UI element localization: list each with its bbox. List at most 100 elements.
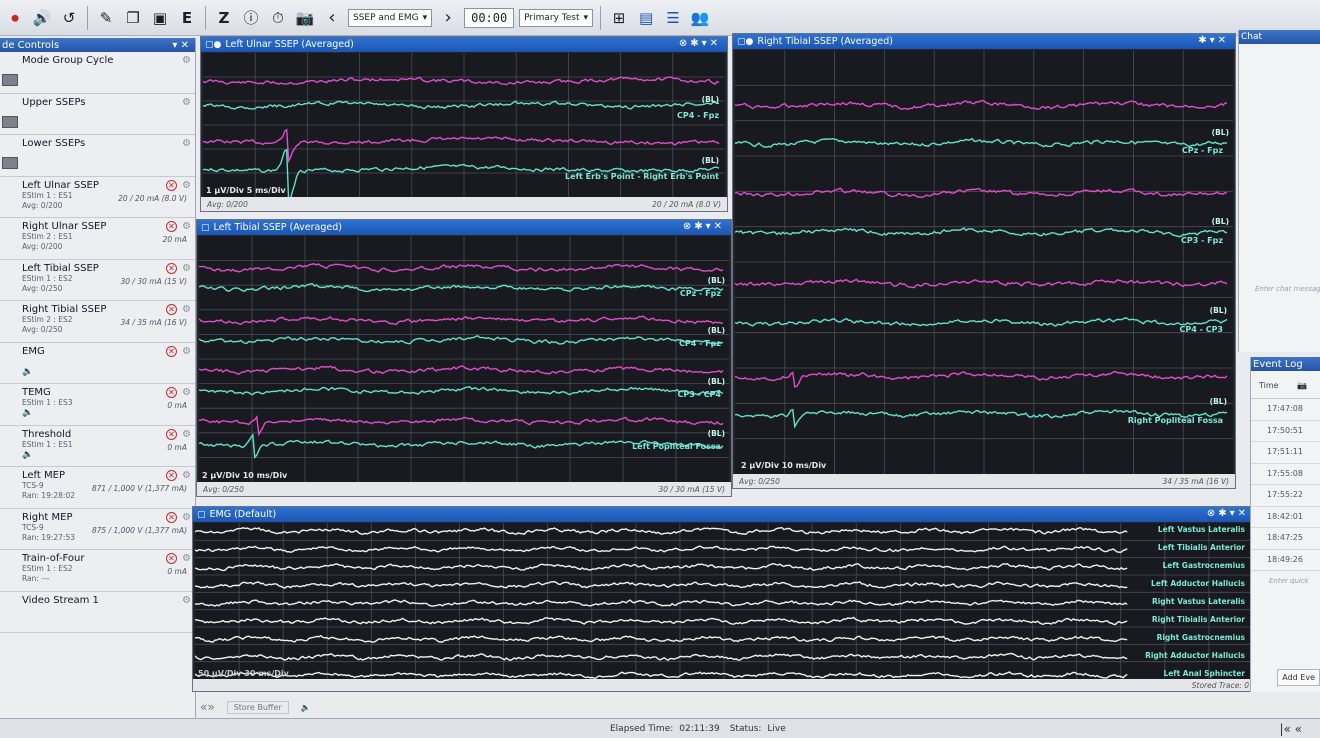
event-log-row[interactable]: 18:49:26 xyxy=(1251,550,1320,571)
gear-icon[interactable]: ⚙ xyxy=(182,470,191,481)
gear-icon[interactable]: ⚙ xyxy=(182,138,191,149)
mode-control-item[interactable]: Video Stream 1 ⚙ xyxy=(0,592,195,633)
gear-icon[interactable]: ⚙ xyxy=(182,429,191,440)
emg-channel-label: Left Anal Sphincter xyxy=(1163,669,1245,678)
record-icon[interactable]: ⏺ xyxy=(4,7,26,29)
speaker-icon[interactable]: 🔈 xyxy=(22,408,33,418)
add-icon[interactable]: ⊞ xyxy=(608,7,630,29)
scroll-left-icon[interactable]: |« « xyxy=(1279,722,1302,736)
mode-control-item[interactable]: TEMG EStim 1 : ES3 0 mA ✕ ⚙ 🔈 xyxy=(0,384,195,426)
stop-icon[interactable]: ✕ xyxy=(166,428,177,440)
stop-icon[interactable]: ✕ xyxy=(166,553,177,564)
stop-icon[interactable]: ✕ xyxy=(166,387,177,398)
avg-count: Avg: 0/250 xyxy=(739,476,780,486)
gear-icon[interactable]: ⚙ xyxy=(182,553,191,564)
gear-icon[interactable]: ⚙ xyxy=(182,97,191,108)
scale-label: 2 µV/Div 10 ms/Div xyxy=(202,471,288,480)
event-log-row[interactable]: 18:42:01 xyxy=(1251,507,1320,528)
chevron-left-icon[interactable]: ‹ xyxy=(321,7,343,29)
stop-icon[interactable]: ✕ xyxy=(166,304,177,315)
gear-icon[interactable]: ⚙ xyxy=(182,304,191,315)
timer-icon[interactable]: ⏱ xyxy=(267,7,289,29)
speaker-icon[interactable]: 🔊 xyxy=(31,7,53,29)
panel-controls-icon[interactable]: ✱▾✕ xyxy=(1198,35,1229,46)
mode-control-item[interactable]: Left Tibial SSEP EStim 1 : ES2 Avg: 0/250 3… xyxy=(0,260,195,301)
event-log-row[interactable]: 17:55:22 xyxy=(1251,485,1320,507)
gear-icon[interactable]: ⚙ xyxy=(182,180,191,191)
speaker-icon[interactable]: 🔈 xyxy=(22,450,33,460)
mode-control-item[interactable]: Right Ulnar SSEP EStim 2 : ES1 Avg: 0/200 2… xyxy=(0,218,195,260)
emg-waveforms xyxy=(195,523,1253,679)
stop-icon[interactable]: ✕ xyxy=(166,221,177,232)
control-value: 0 mA xyxy=(167,567,187,576)
panel-controls-icon[interactable]: ⊗✱▾✕ xyxy=(1207,508,1249,519)
control-name: Video Stream 1 xyxy=(22,594,99,606)
stop-icon[interactable]: ✕ xyxy=(166,262,177,274)
stop-icon[interactable]: ✕ xyxy=(166,470,177,481)
mode-control-item[interactable]: Left Ulnar SSEP EStim 1 : ES1 Avg: 0/200 20… xyxy=(0,177,195,218)
pin-close-icon[interactable]: ▾ ✕ xyxy=(172,40,189,51)
chevron-right-icon[interactable]: › xyxy=(437,7,459,29)
mode-control-item[interactable]: Mode Group Cycle ⚙ xyxy=(0,52,195,94)
edit-note-icon[interactable]: ✎ xyxy=(95,7,117,29)
stop-icon[interactable]: ✕ xyxy=(166,345,177,357)
event-log-row[interactable]: 17:47:08 xyxy=(1251,399,1320,421)
mode-control-item[interactable]: Lower SSEPs ⚙ xyxy=(0,135,195,177)
mode-control-item[interactable]: Threshold EStim 1 : ES1 0 mA ✕ ⚙ 🔈 xyxy=(0,426,195,467)
gear-icon[interactable]: ⚙ xyxy=(182,55,191,66)
gear-icon[interactable]: ⚙ xyxy=(182,263,191,274)
mode-control-item[interactable]: EMG ✕ ⚙ 🔈 xyxy=(0,343,195,384)
chevron-down-icon: ▾ xyxy=(583,12,589,23)
stop-icon[interactable]: ✕ xyxy=(166,179,177,191)
right-tibial-plot: (BL) CPz - Fpz (BL) CP3 - Fpz (BL) CP4 -… xyxy=(735,50,1233,474)
history-icon[interactable]: ↺ xyxy=(58,7,80,29)
device-icon[interactable]: ▣ xyxy=(149,7,171,29)
event-log-row[interactable]: 17:50:51 xyxy=(1251,421,1320,442)
store-buffer-button[interactable]: Store Buffer xyxy=(226,700,289,714)
chat-input[interactable]: Enter chat message xyxy=(1255,285,1320,293)
event-log-row[interactable]: 18:47:25 xyxy=(1251,528,1320,550)
waveform-trace xyxy=(195,671,1128,679)
panel-controls-icon[interactable]: ⊗✱▾✕ xyxy=(679,38,721,49)
quick-event-input[interactable]: Enter quick xyxy=(1251,571,1320,585)
panel-controls-icon[interactable]: ⊗✱▾✕ xyxy=(683,221,725,232)
mode-control-item[interactable]: Upper SSEPs ⚙ xyxy=(0,94,195,135)
waveform-trace xyxy=(735,99,1228,111)
mode-swatch xyxy=(2,115,18,128)
camera-icon[interactable]: 📷 xyxy=(1297,381,1307,390)
add-event-button[interactable]: Add Eve xyxy=(1277,669,1320,686)
camera-icon[interactable]: 📷 xyxy=(294,7,316,29)
waveform-trace xyxy=(199,263,724,273)
marker-z-button[interactable]: Z xyxy=(213,7,235,29)
mode-control-item[interactable]: Train-of-Four EStim 1 : ES2 Ran: --- 0 mA ✕ ⚙ xyxy=(0,550,195,592)
emg-title: EMG (Default) xyxy=(209,509,277,520)
waveform-trace xyxy=(735,317,1228,327)
users-icon[interactable]: 👥 xyxy=(689,7,711,29)
speaker-icon[interactable]: 🔈 xyxy=(301,703,311,712)
gear-icon[interactable]: ⚙ xyxy=(182,595,191,606)
speaker-icon[interactable]: 🔈 xyxy=(22,367,33,377)
waveform-trace xyxy=(195,545,1128,554)
waveform-trace xyxy=(195,599,1128,607)
gear-icon[interactable]: ⚙ xyxy=(182,346,191,357)
mode-control-item[interactable]: Right MEP TCS-9 Ran: 19:27:53 875 / 1,000 V… xyxy=(0,509,195,550)
list-icon[interactable]: ☰ xyxy=(662,7,684,29)
time-column: Time xyxy=(1259,381,1279,390)
layout-icon[interactable]: ▤ xyxy=(635,7,657,29)
rewind-icon[interactable]: «» xyxy=(200,700,215,714)
windows-icon[interactable]: ❐ xyxy=(122,7,144,29)
info-icon[interactable]: ⓘ xyxy=(240,7,262,29)
mode-control-item[interactable]: Right Tibial SSEP EStim 2 : ES2 Avg: 0/250… xyxy=(0,301,195,343)
gear-icon[interactable]: ⚙ xyxy=(182,221,191,232)
stop-icon[interactable]: ✕ xyxy=(166,511,177,523)
gear-icon[interactable]: ⚙ xyxy=(182,512,191,523)
test-select[interactable]: Primary Test ▾ xyxy=(519,8,594,27)
status-value: Live xyxy=(767,723,786,734)
event-log-row[interactable]: 17:51:11 xyxy=(1251,442,1320,464)
avg-count: Avg: 0/200 xyxy=(207,199,248,209)
gear-icon[interactable]: ⚙ xyxy=(182,387,191,398)
marker-e-button[interactable]: E xyxy=(176,7,198,29)
mode-select[interactable]: SSEP and EMG ▾ xyxy=(348,8,433,27)
event-log-row[interactable]: 17:55:08 xyxy=(1251,464,1320,485)
mode-control-item[interactable]: Left MEP TCS-9 Ran: 19:28:02 871 / 1,000 V … xyxy=(0,467,195,509)
